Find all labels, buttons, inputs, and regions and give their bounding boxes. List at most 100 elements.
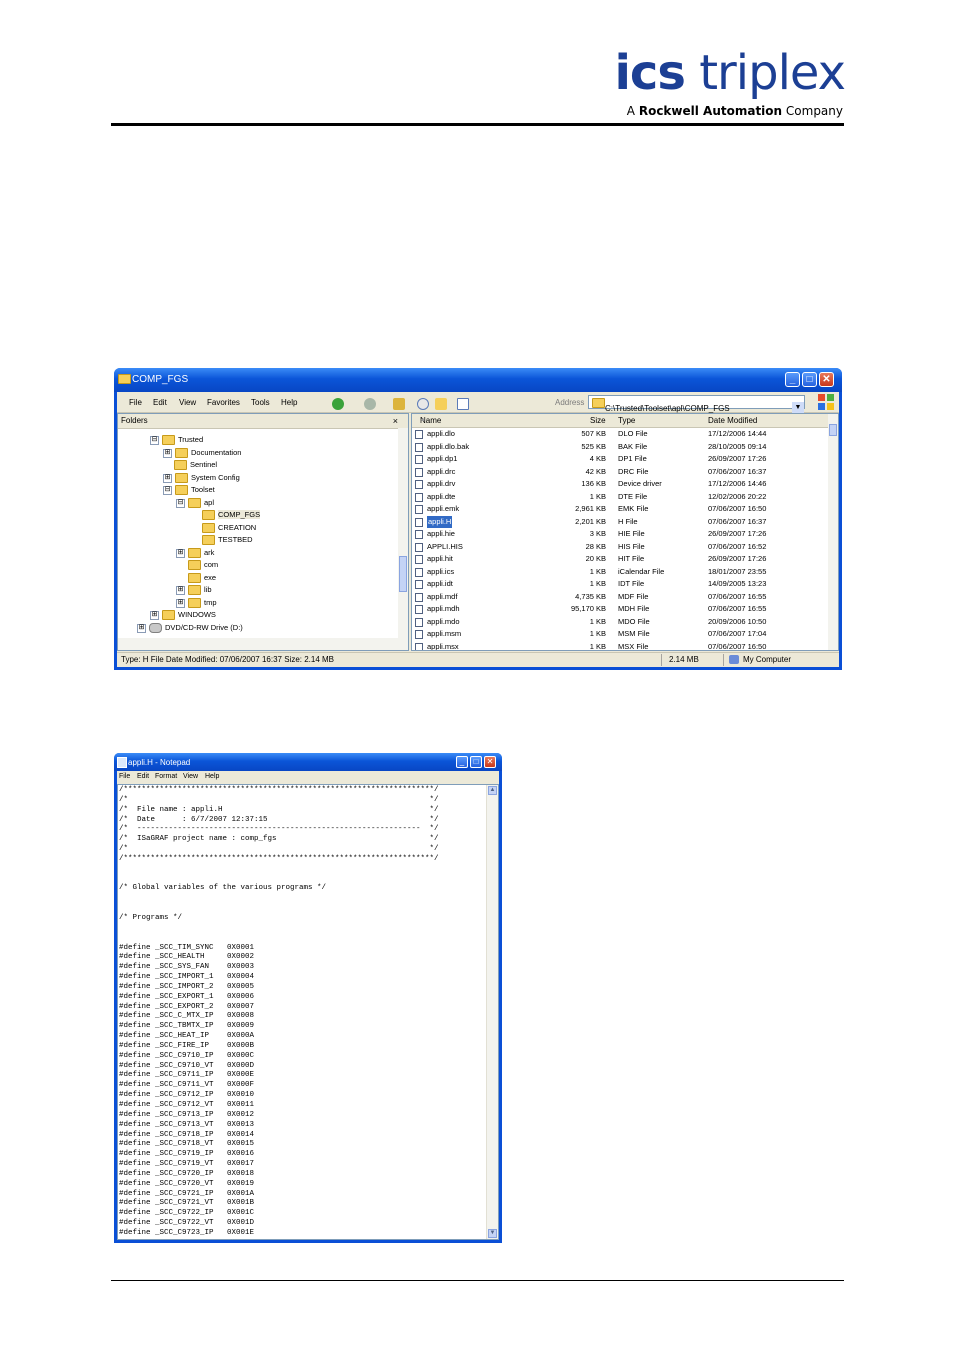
file-name: appli.mdo (427, 616, 460, 626)
notepad-text-area[interactable]: /***************************************… (117, 784, 499, 1240)
column-type[interactable]: Type (618, 414, 635, 427)
file-name: appli.hit (427, 554, 453, 563)
tree-item-toolset[interactable]: ⊟ Toolset (163, 484, 215, 496)
search-icon[interactable] (417, 398, 429, 410)
file-row[interactable]: appli.hit 20 KB HIT File 26/09/2007 17:26 (412, 553, 828, 566)
close-icon[interactable]: × (393, 414, 398, 428)
tree-item-creation[interactable]: CREATION (202, 522, 256, 534)
file-icon (415, 430, 423, 439)
menu-view[interactable]: View (183, 771, 198, 783)
file-icon (415, 642, 423, 650)
menu-tools[interactable]: Tools (251, 398, 270, 407)
menu-favorites[interactable]: Favorites (207, 398, 240, 407)
folder-icon (188, 573, 201, 584)
folder-icon (188, 498, 201, 509)
file-name: appli.idt (427, 579, 453, 588)
file-row[interactable]: appli.dp1 4 KB DP1 File 26/09/2007 17:26 (412, 453, 828, 466)
tree-item-trusted[interactable]: ⊟ Trusted (150, 434, 203, 446)
menu-file[interactable]: File (129, 398, 142, 407)
file-row[interactable]: appli.dlo 507 KB DLO File 17/12/2006 14:44 (412, 428, 828, 441)
close-button[interactable]: ✕ (819, 372, 834, 387)
folders-scrollbar[interactable] (398, 428, 408, 638)
scrollbar-thumb[interactable] (399, 556, 407, 592)
column-headers: Name ▲ Size Type Date Modified (412, 414, 838, 428)
menu-view[interactable]: View (179, 398, 196, 407)
explorer-window: COMP_FGS _ □ ✕ File Edit View Favorites … (114, 368, 842, 670)
file-date: 07/06/2007 16:55 (708, 604, 767, 613)
scroll-up-icon[interactable]: ▲ (488, 786, 497, 795)
notepad-scrollbar[interactable]: ▲ ▼ (486, 785, 498, 1239)
tree-item-lib[interactable]: ⊞ lib (176, 584, 212, 596)
file-name: appli.hie (427, 529, 455, 538)
file-row[interactable]: appli.dlo.bak 525 KB BAK File 28/10/2005 09… (412, 441, 828, 454)
minimize-button[interactable]: _ (785, 372, 800, 387)
menu-format[interactable]: Format (155, 771, 177, 783)
scrollbar-thumb[interactable] (829, 424, 837, 436)
tree-item-com[interactable]: com (188, 559, 218, 571)
file-row[interactable]: appli.ics 1 KB iCalendar File 18/01/2007 23… (412, 566, 828, 579)
tree-item-tmp[interactable]: ⊞ tmp (176, 597, 217, 609)
up-folder-icon[interactable] (393, 398, 405, 410)
status-text: Type: H File Date Modified: 07/06/2007 1… (121, 655, 335, 664)
column-date[interactable]: Date Modified (708, 414, 757, 427)
file-row[interactable]: appli.hie 3 KB HIE File 26/09/2007 17:26 (412, 528, 828, 541)
folders-icon[interactable] (435, 398, 447, 410)
file-row[interactable]: appli.emk 2,961 KB EMK File 07/06/2007 16:5… (412, 503, 828, 516)
ics-triplex-logo: ics triplex A Rockwell Automation Compan… (600, 48, 846, 122)
tree-item-system-config[interactable]: ⊞ System Config (163, 472, 240, 484)
minimize-button[interactable]: _ (456, 756, 468, 768)
file-row[interactable]: appli.dte 1 KB DTE File 12/02/2006 20:22 (412, 491, 828, 504)
tree-item-ark[interactable]: ⊞ ark (176, 547, 214, 559)
maximize-button[interactable]: □ (470, 756, 482, 768)
notepad-client: File Edit Format View Help /************… (117, 771, 499, 1240)
footer-rule (111, 1280, 844, 1281)
file-icon (415, 580, 423, 589)
file-size: 4 KB (589, 454, 606, 463)
file-name: appli.msx (427, 641, 459, 651)
views-icon[interactable] (457, 398, 469, 410)
files-scrollbar[interactable] (828, 414, 838, 650)
file-row[interactable]: APPLI.HIS 28 KB HIS File 07/06/2007 16:52 (412, 541, 828, 554)
file-name: appli.mdf (427, 591, 458, 601)
forward-icon[interactable] (364, 398, 376, 410)
status-divider (661, 654, 662, 666)
notepad-icon (117, 757, 127, 768)
file-row[interactable]: appli.drc 42 KB DRC File 07/06/2007 16:37 (412, 466, 828, 479)
file-row[interactable]: appli.H 2,201 KB H File 07/06/2007 16:37 (412, 515, 828, 528)
address-label: Address (555, 398, 585, 407)
maximize-button[interactable]: □ (802, 372, 817, 387)
tree-item-sentinel[interactable]: Sentinel (174, 459, 217, 471)
column-size[interactable]: Size (590, 414, 606, 427)
file-row[interactable]: appli.mdo 1 KB MDO File 20/09/2006 10:50 (412, 616, 828, 629)
tree-item-comp-fgs[interactable]: COMP_FGS (202, 509, 261, 521)
explorer-title-bar[interactable]: COMP_FGS _ □ ✕ (114, 368, 842, 392)
tree-item-windows[interactable]: ⊞ WINDOWS (150, 609, 216, 621)
file-icon (415, 542, 423, 552)
file-type: MDO File (618, 616, 650, 626)
tree-item-dvd-drive[interactable]: ⊞ DVD/CD-RW Drive (D:) (137, 622, 243, 634)
close-button[interactable]: ✕ (484, 756, 496, 768)
explorer-menubar: File Edit View Favorites Tools Help Addr… (117, 392, 839, 414)
menu-edit[interactable]: Edit (153, 398, 167, 407)
file-row[interactable]: appli.idt 1 KB IDT File 14/09/2005 13:23 (412, 578, 828, 591)
file-row[interactable]: appli.mdh 95,170 KB MDH File 07/06/2007 16:… (412, 603, 828, 616)
menu-help[interactable]: Help (205, 771, 219, 783)
folders-hscrollbar[interactable] (118, 638, 408, 650)
tree-item-apl[interactable]: ⊟ apl (176, 497, 214, 509)
tree-item-exe[interactable]: exe (188, 572, 216, 584)
back-icon[interactable] (332, 398, 344, 410)
notepad-title-bar[interactable]: appli.H - Notepad _ □ ✕ (114, 753, 502, 771)
file-row[interactable]: appli.drv 136 KB Device driver 17/12/2006 1… (412, 478, 828, 491)
menu-help[interactable]: Help (281, 398, 297, 407)
file-size: 1 KB (589, 616, 606, 626)
address-input[interactable]: C:\Trusted\Toolset\apl\COMP_FGS ▼ (588, 395, 805, 414)
file-row[interactable]: appli.mdf 4,735 KB MDF File 07/06/2007 16:5… (412, 591, 828, 604)
menu-edit[interactable]: Edit (137, 771, 149, 783)
tree-item-testbed[interactable]: TESTBED (202, 534, 253, 546)
file-row[interactable]: appli.msx 1 KB MSX File 07/06/2007 16:50 (412, 641, 828, 651)
menu-file[interactable]: File (119, 771, 130, 783)
scroll-down-icon[interactable]: ▼ (488, 1229, 497, 1238)
tree-item-documentation[interactable]: ⊞ Documentation (163, 447, 241, 459)
dvd-drive-icon (149, 623, 162, 634)
file-row[interactable]: appli.msm 1 KB MSM File 07/06/2007 17:04 (412, 628, 828, 641)
